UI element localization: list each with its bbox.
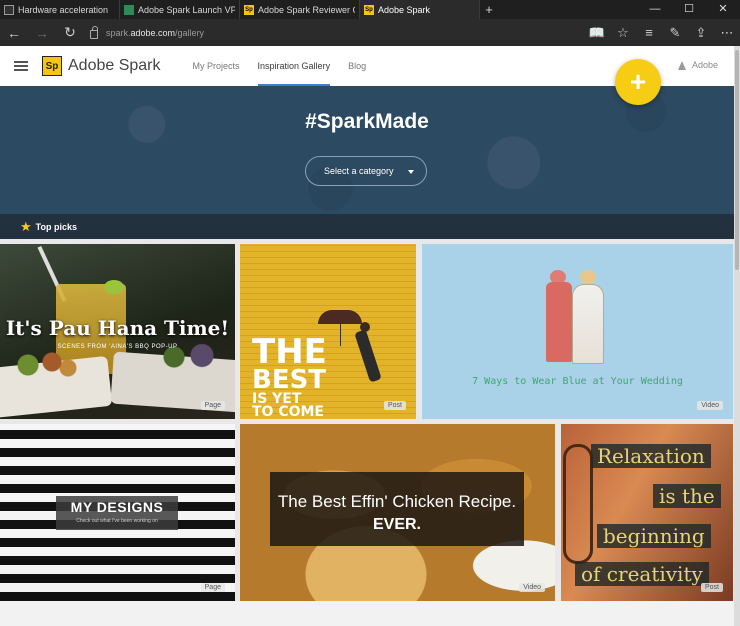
spark-logo[interactable]: Sp bbox=[42, 56, 62, 76]
scrollbar-thumb[interactable] bbox=[735, 50, 739, 270]
web-note-icon[interactable]: ✎ bbox=[662, 25, 688, 41]
umbrella-pole-graphic bbox=[340, 322, 341, 346]
browser-tab[interactable]: Adobe Spark Launch VPC_0 bbox=[120, 0, 240, 19]
gallery-card-chicken-recipe[interactable]: The Best Effin' Chicken Recipe. EVER. Vi… bbox=[240, 424, 555, 601]
share-icon[interactable]: ⇪ bbox=[688, 25, 714, 41]
window-controls: — ☐ ✕ bbox=[638, 0, 740, 19]
type-badge: Video bbox=[519, 583, 545, 592]
lime-graphic bbox=[104, 280, 124, 294]
quote-line: Relaxation bbox=[591, 444, 711, 468]
lock-icon bbox=[90, 25, 98, 39]
card-subtitle: Check out what I've been working on bbox=[76, 518, 158, 524]
gallery-card-my-designs[interactable]: MY DESIGNS Check out what I've been work… bbox=[0, 424, 235, 601]
hamburger-menu-icon[interactable] bbox=[14, 61, 28, 71]
nav-my-projects[interactable]: My Projects bbox=[193, 46, 240, 86]
title-panel: The Best Effin' Chicken Recipe. EVER. bbox=[270, 472, 524, 546]
title-panel: MY DESIGNS Check out what I've been work… bbox=[56, 496, 178, 530]
title-line: TO COME bbox=[252, 404, 324, 419]
adobe-link[interactable]: Adobe bbox=[677, 60, 718, 70]
type-badge: Post bbox=[700, 583, 723, 592]
gallery-card-best-is-yet[interactable]: THE BEST IS YET TO COME Post bbox=[240, 244, 416, 419]
page-scrollbar[interactable] bbox=[734, 46, 740, 626]
favorite-star-icon[interactable]: ☆ bbox=[610, 25, 636, 41]
spark-icon: Sp bbox=[244, 4, 254, 15]
food-graphic bbox=[4, 350, 84, 380]
maximize-button[interactable]: ☐ bbox=[672, 0, 706, 19]
browser-tab[interactable]: Hardware acceleration bbox=[0, 0, 120, 19]
card-title: The Best Effin' Chicken Recipe. bbox=[277, 492, 517, 511]
refresh-button[interactable]: ↻ bbox=[56, 19, 84, 46]
browser-tab-active[interactable]: Sp Adobe Spark bbox=[360, 0, 480, 19]
address-bar: ← → ↻ spark.adobe.com/gallery 📖 ☆ ≡ ✎ ⇪ … bbox=[0, 19, 740, 46]
person-graphic bbox=[354, 329, 382, 383]
reading-view-icon[interactable]: 📖 bbox=[584, 25, 610, 41]
url-field[interactable]: spark.adobe.com/gallery bbox=[90, 19, 560, 46]
nav-inspiration-gallery[interactable]: Inspiration Gallery bbox=[257, 46, 331, 86]
card-title: It's Pau Hana Time! bbox=[5, 316, 230, 340]
close-window-button[interactable]: ✕ bbox=[706, 0, 740, 19]
tab-title: Adobe Spark bbox=[378, 4, 431, 15]
forward-button[interactable]: → bbox=[28, 19, 56, 46]
bride-graphic bbox=[572, 284, 604, 364]
type-badge: Page bbox=[200, 583, 225, 592]
bride-head-graphic bbox=[580, 270, 596, 284]
browser-tab[interactable]: Sp Adobe Spark Reviewer Guid bbox=[240, 0, 360, 19]
type-badge: Page bbox=[200, 401, 225, 410]
caret-down-icon bbox=[408, 170, 414, 174]
card-subtitle: EVER. bbox=[372, 516, 421, 533]
star-icon: ★ bbox=[20, 219, 32, 234]
adobe-logo-icon bbox=[677, 60, 688, 70]
type-badge: Video bbox=[697, 401, 723, 410]
quote-line: beginning bbox=[597, 524, 711, 548]
gallery-card-pau-hana[interactable]: It's Pau Hana Time! SCENES FROM 'AINA'S … bbox=[0, 244, 235, 419]
tab-title: Hardware acceleration bbox=[18, 4, 109, 15]
browser-tab-strip: Hardware acceleration Adobe Spark Launch… bbox=[0, 0, 740, 19]
brand-name[interactable]: Adobe Spark bbox=[68, 57, 161, 75]
url-text: spark.adobe.com/gallery bbox=[106, 27, 205, 38]
card-subtitle: SCENES FROM 'AINA'S BBQ POP-UP bbox=[57, 344, 178, 350]
vpc-icon bbox=[124, 4, 134, 15]
more-icon[interactable]: ⋯ bbox=[714, 25, 740, 41]
create-new-button[interactable]: + bbox=[615, 59, 661, 105]
tab-title: Adobe Spark Launch VPC_0 bbox=[138, 4, 235, 15]
browser-toolbar: 📖 ☆ ≡ ✎ ⇪ ⋯ bbox=[584, 19, 740, 46]
tab-title: Adobe Spark Reviewer Guid bbox=[258, 4, 355, 15]
top-picks-label: Top picks bbox=[35, 221, 77, 232]
hub-icon[interactable]: ≡ bbox=[636, 25, 662, 40]
gallery-card-relaxation[interactable]: Relaxation is the beginning of creativit… bbox=[561, 424, 733, 601]
spark-icon: Sp bbox=[364, 4, 374, 15]
category-select[interactable]: Select a category bbox=[305, 156, 427, 186]
minimize-button[interactable]: — bbox=[638, 0, 672, 19]
groom-graphic bbox=[546, 282, 572, 362]
top-picks-bar: ★ Top picks bbox=[0, 214, 734, 239]
category-select-label: Select a category bbox=[324, 166, 394, 176]
card-title: 7 Ways to Wear Blue at Your Wedding bbox=[472, 376, 683, 387]
nav-blog[interactable]: Blog bbox=[348, 46, 366, 86]
back-button[interactable]: ← bbox=[0, 19, 28, 46]
main-nav: My Projects Inspiration Gallery Blog bbox=[193, 46, 366, 86]
title-line: THE bbox=[252, 332, 327, 372]
type-badge: Post bbox=[383, 401, 406, 410]
gallery-card-wear-blue[interactable]: 7 Ways to Wear Blue at Your Wedding Vide… bbox=[422, 244, 733, 419]
generic-page-icon bbox=[4, 4, 14, 15]
new-tab-button[interactable]: + bbox=[480, 0, 498, 19]
sunglasses-graphic bbox=[563, 444, 593, 564]
card-title: THE BEST IS YET TO COME bbox=[252, 332, 327, 419]
card-title: MY DESIGNS bbox=[70, 499, 164, 515]
hero-title: #SparkMade bbox=[305, 110, 429, 133]
quote-line: is the bbox=[653, 484, 721, 508]
title-line: BEST bbox=[252, 365, 327, 396]
quote-line: of creativity bbox=[575, 562, 709, 586]
adobe-link-label: Adobe bbox=[691, 60, 718, 70]
gallery-hero: #SparkMade Select a category bbox=[0, 86, 734, 214]
gallery-bottom bbox=[0, 601, 734, 626]
